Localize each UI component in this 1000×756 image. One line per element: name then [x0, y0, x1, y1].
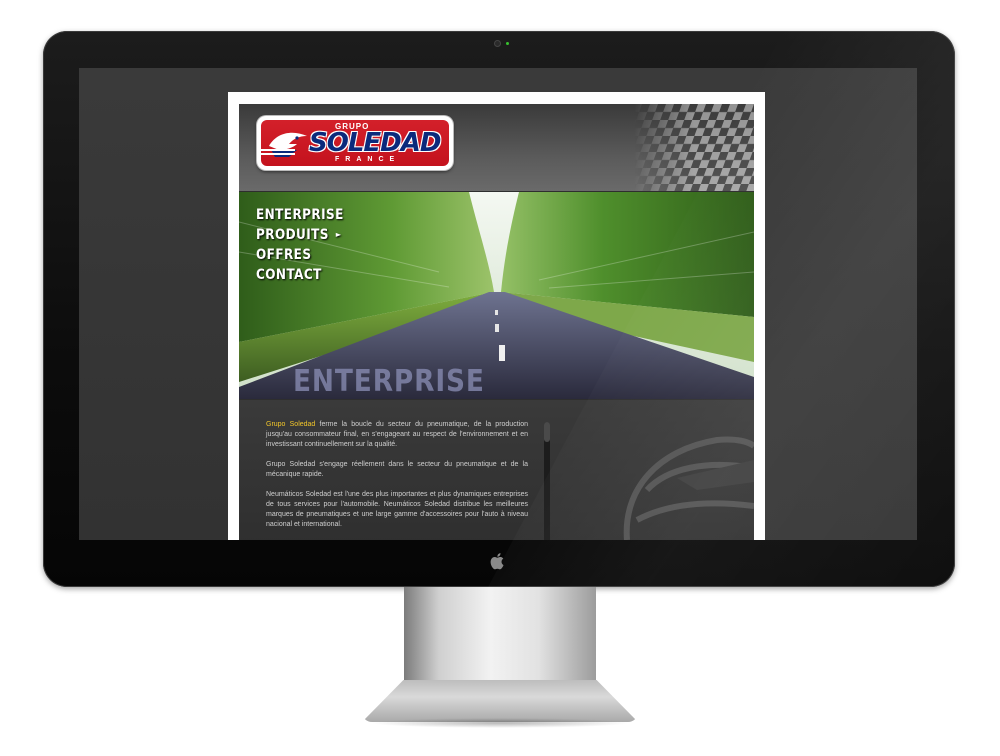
nav-contact[interactable]: CONTACT: [256, 265, 344, 285]
content-section: Grupo Soledad ferme la boucle du secteur…: [239, 400, 754, 540]
stand-shadow: [370, 718, 630, 728]
nav-produits-label: PRODUITS: [256, 227, 329, 243]
logo-badge: GRUPO SOLEDAD FRANCE: [261, 120, 449, 166]
content-scrollbar[interactable]: [544, 422, 550, 540]
website-frame: GRUPO SOLEDAD FRANCE ENTERPRISE PRODUITS…: [228, 92, 765, 540]
checkered-flag-pattern: [634, 104, 754, 191]
camera: [494, 40, 501, 47]
paragraph-2: Grupo Soledad s'engage réellement dans l…: [266, 461, 528, 478]
main-nav: ENTERPRISE PRODUITS ► OFFRES CONTACT: [256, 205, 358, 285]
content-text: Grupo Soledad ferme la boucle du secteur…: [266, 420, 528, 540]
paragraph-3: Neumáticos Soledad est l'une des plus im…: [266, 491, 528, 528]
apple-logo-icon: [490, 553, 504, 570]
nav-offres[interactable]: OFFRES: [256, 245, 344, 265]
monitor-stand-base: [362, 680, 638, 722]
site-header: GRUPO SOLEDAD FRANCE: [239, 104, 754, 191]
company-name-highlight: Grupo Soledad: [266, 421, 316, 428]
logo-stripe: [261, 149, 295, 151]
nav-enterprise[interactable]: ENTERPRISE: [256, 205, 344, 225]
logo-sub-text: FRANCE: [335, 156, 401, 163]
hero-watermark-title: ENTERPRISE: [293, 364, 485, 399]
nav-produits[interactable]: PRODUITS ►: [256, 225, 344, 245]
logo-stripe: [261, 153, 295, 155]
hero-banner: ENTERPRISE PRODUITS ► OFFRES CONTACT ENTE…: [239, 192, 754, 399]
arrow-right-icon: ►: [335, 230, 342, 239]
screen: GRUPO SOLEDAD FRANCE ENTERPRISE PRODUITS…: [79, 68, 917, 540]
scrollbar-thumb[interactable]: [544, 422, 550, 442]
website: GRUPO SOLEDAD FRANCE ENTERPRISE PRODUITS…: [239, 104, 754, 540]
paragraph-1: Grupo Soledad ferme la boucle du secteur…: [266, 420, 528, 450]
camera-led: [506, 42, 509, 45]
grupo-soledad-logo[interactable]: GRUPO SOLEDAD FRANCE: [257, 116, 453, 170]
logo-wordmark: SOLEDAD: [309, 128, 441, 158]
eagle-emblem-icon: [623, 436, 754, 540]
